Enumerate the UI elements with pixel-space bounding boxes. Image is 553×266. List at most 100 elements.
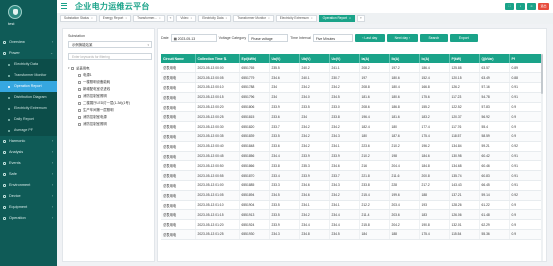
menu-toggle-icon[interactable] — [61, 3, 67, 9]
checkbox[interactable] — [71, 67, 74, 70]
next-day-button[interactable]: Next day › — [386, 33, 418, 42]
close-icon[interactable]: × — [159, 15, 161, 22]
checkbox[interactable] — [78, 87, 81, 91]
tab-energy-report[interactable]: Energy Report × — [98, 15, 132, 22]
sidebar-item-events[interactable]: Events ‹ — [0, 158, 57, 169]
tree-node[interactable]: 电源1 — [68, 72, 154, 79]
table-row[interactable]: 总表用电 2023-05-13 00:00 6551765 235.5 240.2 241… — [161, 63, 542, 74]
tab-scroll-right[interactable]: » — [356, 15, 365, 22]
table-row[interactable]: 总表用电 2023-05-13 01:25 6551930 234.3 234.8 234… — [161, 229, 542, 240]
sidebar-item-power[interactable]: Power ⌄ — [0, 48, 57, 59]
sidebar-item-harmonic[interactable]: Harmonic ‹ — [0, 136, 57, 147]
table-row[interactable]: 总表用电 2023-05-13 00:20 6551806 233.9 233.5 233… — [161, 102, 542, 113]
last-day-button[interactable]: ‹ Last day — [354, 33, 385, 42]
tab-substation-status[interactable]: Substation Status × — [60, 15, 97, 22]
checkbox[interactable] — [78, 122, 81, 126]
tab-transformer-[interactable]: Transformer... × — [133, 15, 165, 22]
table-row[interactable]: 总表用电 2023-05-13 01:15 6551913 233.5 234.2 234… — [161, 209, 542, 221]
tree-node[interactable]: ▾ 总表用电 — [68, 65, 154, 72]
table-row[interactable]: 总表用电 2023-05-13 01:05 6551894 234.5 234.6 234… — [161, 190, 542, 201]
column-header[interactable]: Ub(V) — [299, 54, 330, 63]
column-header[interactable]: Ib(A) — [389, 54, 420, 63]
fullscreen-icon[interactable]: ⛶ — [505, 3, 514, 10]
table-row[interactable]: 总表用电 2023-05-13 00:05 6551779 234.6 240.1 230… — [161, 72, 542, 84]
sidebar-item-daily-report[interactable]: Daily Report — [0, 114, 57, 125]
tree-filter-input[interactable]: Enter keywords for filtering — [68, 53, 152, 60]
table-scrollbar[interactable] — [541, 54, 543, 261]
table-row[interactable]: 总表用电 2023-05-13 00:30 6551820 233.7 234.2 234… — [161, 121, 542, 133]
close-icon[interactable]: × — [268, 15, 270, 22]
column-header[interactable]: Ia(A) — [359, 54, 390, 63]
time-interval-select[interactable]: Five Minutes — [312, 33, 353, 42]
logout-button[interactable]: 退出 — [538, 3, 549, 10]
column-header[interactable]: Ic(A) — [419, 54, 450, 63]
close-icon[interactable]: × — [226, 15, 228, 22]
user-icon[interactable]: ☺ — [527, 3, 536, 10]
voltage-category-select[interactable]: Phase voltage — [248, 33, 289, 42]
checkbox[interactable] — [78, 115, 81, 119]
close-icon[interactable]: × — [91, 15, 93, 22]
search-button[interactable]: Search — [419, 33, 448, 42]
close-icon[interactable]: × — [125, 15, 127, 22]
table-row[interactable]: 总表用电 2023-05-13 00:35 6551839 233.5 234.2 234… — [161, 131, 542, 142]
table-row[interactable]: 总表用电 2023-05-13 00:45 6551856 234.4 233.9 233… — [161, 151, 542, 162]
table-row[interactable]: 总表用电 2023-05-13 01:00 6551885 233.3 234.6 234… — [161, 180, 542, 191]
tree-node[interactable]: 生产车间第一层照明 — [68, 107, 154, 114]
tree-node[interactable]: 消防控制室照明 — [68, 121, 154, 128]
checkbox[interactable] — [78, 108, 81, 112]
table-row[interactable]: 总表用电 2023-05-13 00:55 6551870 233.4 233.9 233… — [161, 170, 542, 182]
table-row[interactable]: 总表用电 2023-05-13 00:15 6551796 234 234.0 234.5… — [161, 92, 542, 103]
table-row[interactable]: 总表用电 2023-05-13 01:20 6551924 233.9 234.4 234… — [161, 219, 542, 231]
sidebar-item-operation-report[interactable]: Operation Report — [0, 81, 57, 92]
table-row[interactable]: 总表用电 2023-05-13 00:40 6551848 233.6 234.2 234… — [161, 141, 542, 152]
export-button[interactable]: Export — [449, 33, 478, 42]
close-icon[interactable]: × — [311, 15, 313, 22]
tab-electricity-data[interactable]: Electricity Data × — [198, 15, 232, 22]
sidebar-item-device[interactable]: Device ‹ — [0, 191, 57, 202]
checkbox[interactable] — [78, 101, 81, 105]
sidebar-item-analysis[interactable]: Analysis ‹ — [0, 147, 57, 158]
tab-scroll-left[interactable]: « — [166, 15, 175, 22]
tree-node[interactable]: 消防控制室电源 — [68, 114, 154, 121]
table-row[interactable]: 总表用电 2023-05-13 01:10 6551904 233.5 234.1 234… — [161, 200, 542, 211]
sidebar-item-electricity-data[interactable]: Electricity Data — [0, 59, 57, 70]
column-header[interactable]: Pf — [509, 54, 542, 63]
tab-transformer-monitor[interactable]: Transformer Monitor × — [233, 15, 274, 22]
close-icon[interactable]: × — [190, 15, 192, 22]
checkbox[interactable] — [78, 94, 81, 98]
table-row[interactable]: 总表用电 2023-05-13 00:50 6551866 233.8 235.3 234… — [161, 160, 542, 172]
sidebar-item-average-pf[interactable]: Average PF — [0, 125, 57, 136]
tab-electricity-extremum[interactable]: Electricity Extremum × — [275, 15, 317, 22]
tree-node[interactable]: 一楼照明设备能耗 — [68, 79, 154, 86]
column-header[interactable]: Q(kVar) — [479, 54, 510, 63]
table-row[interactable]: 总表用电 2023-05-13 00:25 6551815 233.6 234 233.8… — [161, 111, 542, 123]
tree-node[interactable]: 二楼展厅LED灯一层(1-3#)(1号) — [68, 100, 154, 107]
sort-icon[interactable]: ⇅ — [223, 57, 227, 61]
checkbox[interactable] — [78, 80, 81, 84]
sidebar-item-environment[interactable]: Environment ‹ — [0, 180, 57, 191]
column-header[interactable]: Epi(kWh) — [239, 54, 270, 63]
tab-operation-report[interactable]: Operation Report × — [318, 15, 355, 22]
column-header[interactable]: Uc(V) — [329, 54, 360, 63]
column-header[interactable]: Ua(V) — [269, 54, 300, 63]
column-header[interactable]: Circuit Name — [161, 54, 196, 63]
tree-node[interactable]: 新增配电室总进线 — [68, 86, 154, 93]
sidebar-item-operation[interactable]: Operation ‹ — [0, 213, 57, 224]
checkbox[interactable] — [78, 73, 81, 77]
sidebar-item-overview[interactable]: Overview ‹ — [0, 37, 57, 48]
sidebar-item-equipment[interactable]: Equipment ‹ — [0, 202, 57, 213]
scrollbar-thumb[interactable] — [541, 54, 543, 94]
bell-icon[interactable]: ♪ — [516, 3, 525, 10]
sidebar-item-distribution-diagram[interactable]: Distribution Diagram — [0, 92, 57, 103]
column-header[interactable]: Collection Time ⇅ — [195, 54, 240, 63]
tree-node[interactable]: 消防控制室照明 — [68, 93, 154, 100]
column-header[interactable]: P(kW) — [449, 54, 480, 63]
table-row[interactable]: 总表用电 2023-05-13 00:10 6551788 234 234.2 234.2… — [161, 82, 542, 93]
close-icon[interactable]: × — [349, 15, 351, 22]
tab-video[interactable]: Video × — [176, 15, 197, 22]
date-picker[interactable]: ▦ 2023-05-13 — [170, 33, 217, 42]
sidebar-item-transformer-monitor[interactable]: Transformer Monitor — [0, 70, 57, 81]
sidebar-item-electricity-extremum[interactable]: Electricity Extremum — [0, 103, 57, 114]
sidebar-item-safe[interactable]: Safe ‹ — [0, 169, 57, 180]
substation-select[interactable]: 示例换能站某 ▾ — [68, 41, 152, 48]
